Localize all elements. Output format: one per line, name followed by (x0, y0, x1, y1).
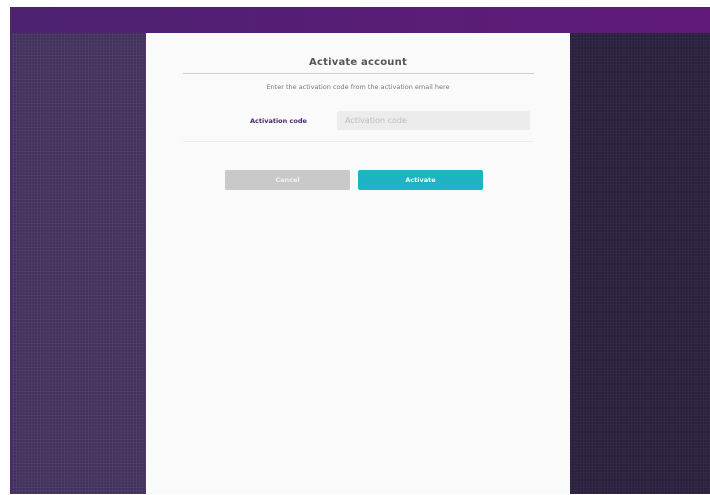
activate-button[interactable]: Activate (358, 170, 483, 190)
activation-code-input[interactable] (337, 111, 530, 130)
app-frame: Activate account Enter the activation co… (10, 7, 710, 494)
page-title: Activate account (309, 57, 407, 68)
cancel-button[interactable]: Cancel (225, 170, 350, 190)
instructions-text: Enter the activation code from the activ… (266, 83, 450, 91)
background-left (12, 33, 146, 494)
form-divider (183, 141, 534, 142)
activation-panel: Activate account Enter the activation co… (146, 33, 570, 494)
title-divider (183, 73, 534, 74)
top-bar (12, 7, 710, 33)
background-right (570, 33, 710, 494)
activation-code-label: Activation code (250, 117, 307, 125)
